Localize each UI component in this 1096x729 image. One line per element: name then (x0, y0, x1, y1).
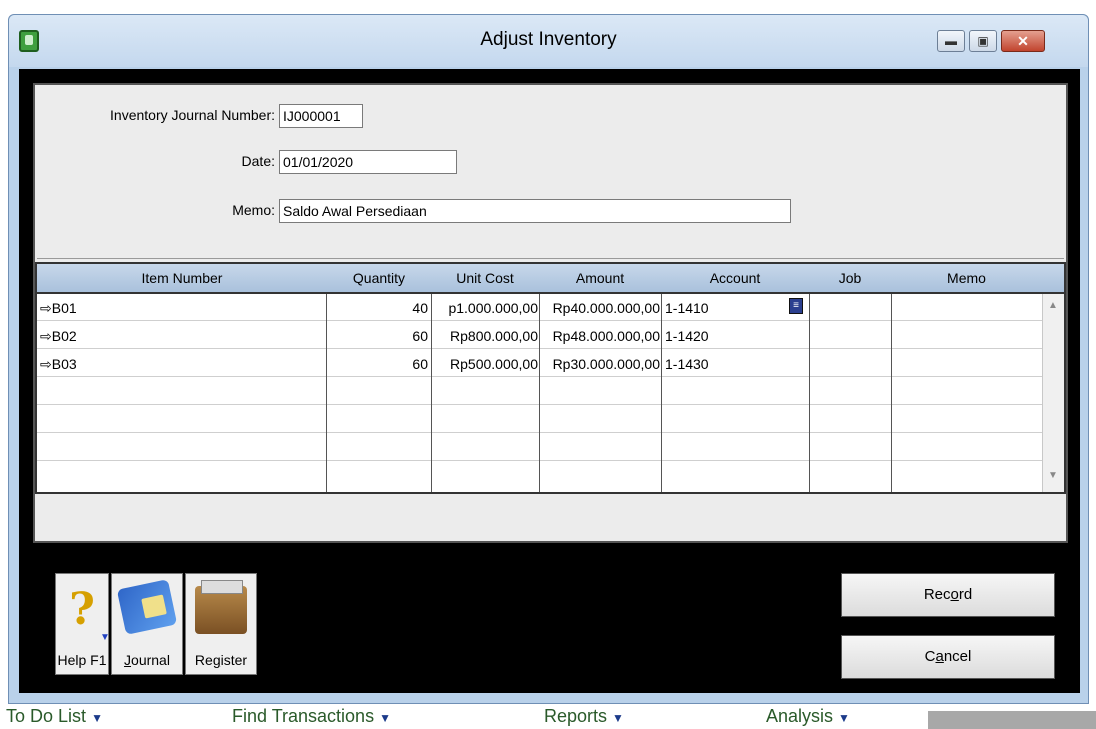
col-job[interactable]: Job (809, 270, 891, 286)
title-bar[interactable]: Adjust Inventory ▬ ▣ ✕ (9, 15, 1088, 67)
row1-memo[interactable] (894, 299, 1039, 317)
find-transactions-menu[interactable]: Find Transactions ▼ (232, 706, 391, 727)
row3-amount[interactable]: Rp30.000.000,00 (540, 355, 660, 373)
register-icon (195, 580, 247, 634)
row1-account[interactable]: 1-1410 (665, 299, 775, 317)
memo-label: Memo: (232, 202, 275, 218)
minimize-button[interactable]: ▬ (937, 30, 965, 52)
col-amount[interactable]: Amount (539, 270, 661, 286)
journal-icon (116, 579, 178, 635)
row2-job[interactable] (812, 327, 888, 345)
row2-amount[interactable]: Rp48.000.000,00 (540, 327, 660, 345)
col-quantity[interactable]: Quantity (327, 270, 431, 286)
row1-unit-cost[interactable]: p1.000.000,00 (432, 299, 538, 317)
column-divider (431, 294, 432, 492)
row2-quantity[interactable]: 60 (329, 327, 428, 345)
row1-item[interactable]: ⇨B01 (40, 299, 324, 317)
column-divider (539, 294, 540, 492)
scroll-up-icon[interactable]: ▲ (1048, 300, 1058, 311)
close-button[interactable]: ✕ (1001, 30, 1045, 52)
account-list-icon[interactable]: ≡ (789, 298, 803, 314)
record-button[interactable]: Record (841, 573, 1055, 617)
col-account[interactable]: Account (661, 270, 809, 286)
register-label: Register (194, 652, 248, 668)
column-divider (809, 294, 810, 492)
grid-header: Item Number Quantity Unit Cost Amount Ac… (37, 264, 1064, 294)
todo-list-menu[interactable]: To Do List ▼ (6, 706, 103, 727)
adjust-inventory-window: Adjust Inventory ▬ ▣ ✕ Inventory Journal… (8, 14, 1089, 704)
inventory-grid: Item Number Quantity Unit Cost Amount Ac… (35, 262, 1066, 494)
help-button[interactable]: ? ▼ Help F1 (55, 573, 110, 675)
row3-account[interactable]: 1-1430 (665, 355, 805, 373)
row3-memo[interactable] (894, 355, 1039, 373)
col-unit-cost[interactable]: Unit Cost (431, 270, 539, 286)
register-button[interactable]: Register (185, 573, 257, 675)
cancel-button[interactable]: Cancel (841, 635, 1055, 679)
col-memo[interactable]: Memo (891, 270, 1042, 286)
row2-unit-cost[interactable]: Rp800.000,00 (432, 327, 538, 345)
column-divider (891, 294, 892, 492)
dropdown-arrow-icon: ▼ (100, 632, 110, 643)
journal-number-label: Inventory Journal Number: (110, 107, 275, 123)
memo-field[interactable]: Saldo Awal Persediaan (279, 199, 791, 223)
maximize-button[interactable]: ▣ (969, 30, 997, 52)
header-fields: Inventory Journal Number: IJ000001 Date:… (37, 87, 1064, 259)
grid-scrollbar[interactable]: ▲ ▼ (1042, 294, 1064, 492)
row3-unit-cost[interactable]: Rp500.000,00 (432, 355, 538, 373)
col-item-number[interactable]: Item Number (37, 270, 327, 286)
journal-label: Journal (124, 652, 170, 668)
help-icon: ? (69, 584, 95, 635)
background-command-strip: To Do List ▼ Find Transactions ▼ Reports… (0, 706, 1096, 729)
background-panel (928, 711, 1096, 729)
window-title: Adjust Inventory (480, 29, 617, 50)
date-field[interactable]: 01/01/2020 (279, 150, 457, 174)
row1-quantity[interactable]: 40 (329, 299, 428, 317)
row1-amount[interactable]: Rp40.000.000,00 (540, 299, 660, 317)
scroll-down-icon[interactable]: ▼ (1048, 470, 1058, 481)
column-divider (661, 294, 662, 492)
journal-number-field[interactable]: IJ000001 (279, 104, 363, 128)
inventory-form: Inventory Journal Number: IJ000001 Date:… (33, 83, 1068, 543)
row2-account[interactable]: 1-1420 (665, 327, 805, 345)
row1-job[interactable] (812, 299, 888, 317)
row3-quantity[interactable]: 60 (329, 355, 428, 373)
row2-memo[interactable] (894, 327, 1039, 345)
row3-job[interactable] (812, 355, 888, 373)
date-label: Date: (241, 153, 275, 169)
row3-item[interactable]: ⇨B03 (40, 355, 324, 373)
journal-button[interactable]: Journal (111, 573, 183, 675)
column-divider (326, 294, 327, 492)
reports-menu[interactable]: Reports ▼ (544, 706, 624, 727)
analysis-menu[interactable]: Analysis ▼ (766, 706, 850, 727)
row2-item[interactable]: ⇨B02 (40, 327, 324, 345)
window-body: Inventory Journal Number: IJ000001 Date:… (19, 69, 1080, 693)
help-label: Help F1 (57, 652, 107, 668)
